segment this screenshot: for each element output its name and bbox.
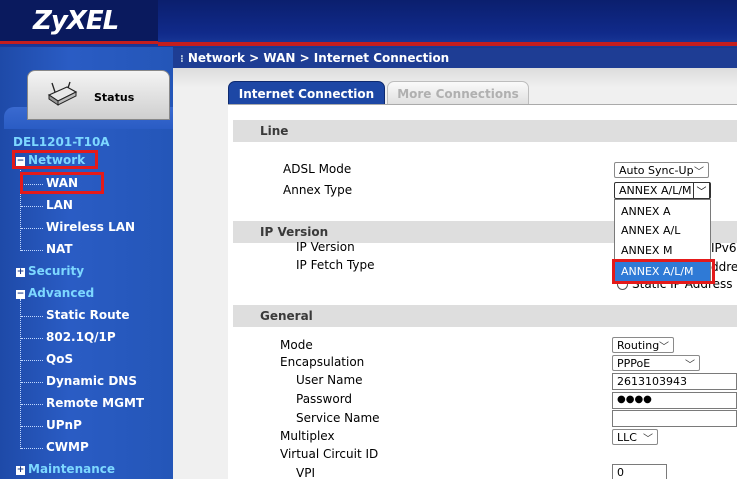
nav-maintenance[interactable]: + Maintenance <box>16 462 115 476</box>
encapsulation-label: Encapsulation <box>280 355 365 369</box>
highlight-wan <box>20 172 104 194</box>
nav-qos[interactable]: QoS <box>46 352 73 366</box>
annex-type-value: ANNEX A/L/M <box>619 184 692 197</box>
annex-type-select[interactable]: ANNEX A/L/M ﹀ <box>614 182 711 199</box>
sidebar: Status DEL1201-T10A − Network WAN LAN Wir… <box>0 47 173 479</box>
tree-branch <box>21 360 43 361</box>
expand-icon: + <box>16 267 25 277</box>
tab-more-connections[interactable]: More Connections <box>387 81 529 105</box>
nav-advanced[interactable]: − Advanced <box>16 286 94 300</box>
breadcrumb: ⁝ Network > WAN > Internet Connection <box>173 48 737 68</box>
multiplex-label: Multiplex <box>280 429 335 443</box>
top-header: ZyXEL <box>0 0 737 47</box>
password-label: Password <box>296 392 353 406</box>
nav-cwmp[interactable]: CWMP <box>46 440 89 454</box>
nav-wireless-lan[interactable]: Wireless LAN <box>46 220 135 234</box>
vpi-label: VPI <box>296 466 315 479</box>
nav-upnp[interactable]: UPnP <box>46 418 82 432</box>
chevron-down-icon: ﹀ <box>643 434 653 445</box>
adsl-mode-label: ADSL Mode <box>283 162 352 176</box>
mode-value: Routing <box>617 339 660 352</box>
encapsulation-select[interactable]: PPPoE ﹀ <box>612 355 700 371</box>
tree-branch <box>21 316 43 317</box>
tab-internet-connection[interactable]: Internet Connection <box>228 81 385 105</box>
annex-option-a[interactable]: ANNEX A <box>615 202 710 222</box>
adsl-mode-select[interactable]: Auto Sync-Up ﹀ <box>614 162 709 178</box>
nav-lan[interactable]: LAN <box>46 198 73 212</box>
tree-branch <box>21 338 43 339</box>
adsl-mode-value: Auto Sync-Up <box>619 164 694 177</box>
nav-security-label: Security <box>28 264 85 278</box>
encapsulation-value: PPPoE <box>617 357 651 370</box>
annex-option-m[interactable]: ANNEX M <box>615 241 710 261</box>
virtual-circuit-id-label: Virtual Circuit ID <box>280 447 379 461</box>
status-label: Status <box>94 91 135 104</box>
chevron-down-icon: ﹀ <box>685 360 695 371</box>
annex-type-label: Annex Type <box>283 183 353 197</box>
breadcrumb-dots-icon: ⁝ <box>180 54 184 65</box>
nav-8021q[interactable]: 802.1Q/1P <box>46 330 116 344</box>
ip-version-option-text: IPv6 <box>711 241 737 255</box>
breadcrumb-text: Network > WAN > Internet Connection <box>187 51 450 65</box>
user-name-input[interactable]: 2613103943 <box>612 373 737 390</box>
highlight-annex-option <box>612 259 715 284</box>
service-name-input[interactable] <box>612 410 737 427</box>
status-tab[interactable]: Status <box>27 70 170 120</box>
nav-security[interactable]: + Security <box>16 264 84 278</box>
nav-dynamic-dns[interactable]: Dynamic DNS <box>46 374 137 388</box>
tree-branch <box>21 448 43 449</box>
collapse-icon: − <box>16 289 25 299</box>
logo-text: ZyXEL <box>33 6 119 36</box>
nav-static-route[interactable]: Static Route <box>46 308 130 322</box>
chevron-down-icon: ﹀ <box>694 167 704 178</box>
tree-branch <box>21 404 43 405</box>
tree-branch <box>21 206 43 207</box>
section-general: General <box>233 305 737 327</box>
expand-icon: + <box>16 465 25 475</box>
user-name-label: User Name <box>296 373 363 387</box>
tree-branch <box>21 228 43 229</box>
device-name: DEL1201-T10A <box>13 135 110 149</box>
multiplex-value: LLC <box>617 431 637 444</box>
mode-select[interactable]: Routing ﹀ <box>612 337 674 353</box>
content-area: Line ADSL Mode Auto Sync-Up ﹀ Annex Type… <box>228 104 737 479</box>
tree-branch <box>21 382 43 383</box>
nav-remote-mgmt[interactable]: Remote MGMT <box>46 396 144 410</box>
tree-branch <box>21 250 43 251</box>
password-input[interactable]: ●●●● <box>612 392 737 409</box>
zyxel-logo: ZyXEL <box>0 0 158 44</box>
vpi-input[interactable]: 0 <box>612 464 667 479</box>
section-line: Line <box>233 120 737 142</box>
ip-fetch-type-label: IP Fetch Type <box>296 258 375 272</box>
tree-branch <box>21 426 43 427</box>
chevron-down-icon[interactable]: ﹀ <box>693 182 710 199</box>
annex-option-a-l[interactable]: ANNEX A/L <box>615 221 710 241</box>
ip-version-label: IP Version <box>296 240 355 254</box>
highlight-network <box>12 150 98 169</box>
nav-advanced-label: Advanced <box>28 286 95 300</box>
header-accent-bar <box>158 42 737 46</box>
nav-nat[interactable]: NAT <box>46 242 73 256</box>
chevron-down-icon: ﹀ <box>659 342 669 353</box>
nav-maintenance-label: Maintenance <box>28 462 116 476</box>
mode-label: Mode <box>280 338 313 352</box>
router-icon <box>47 81 78 106</box>
multiplex-select[interactable]: LLC ﹀ <box>612 429 658 445</box>
service-name-label: Service Name <box>296 411 380 425</box>
